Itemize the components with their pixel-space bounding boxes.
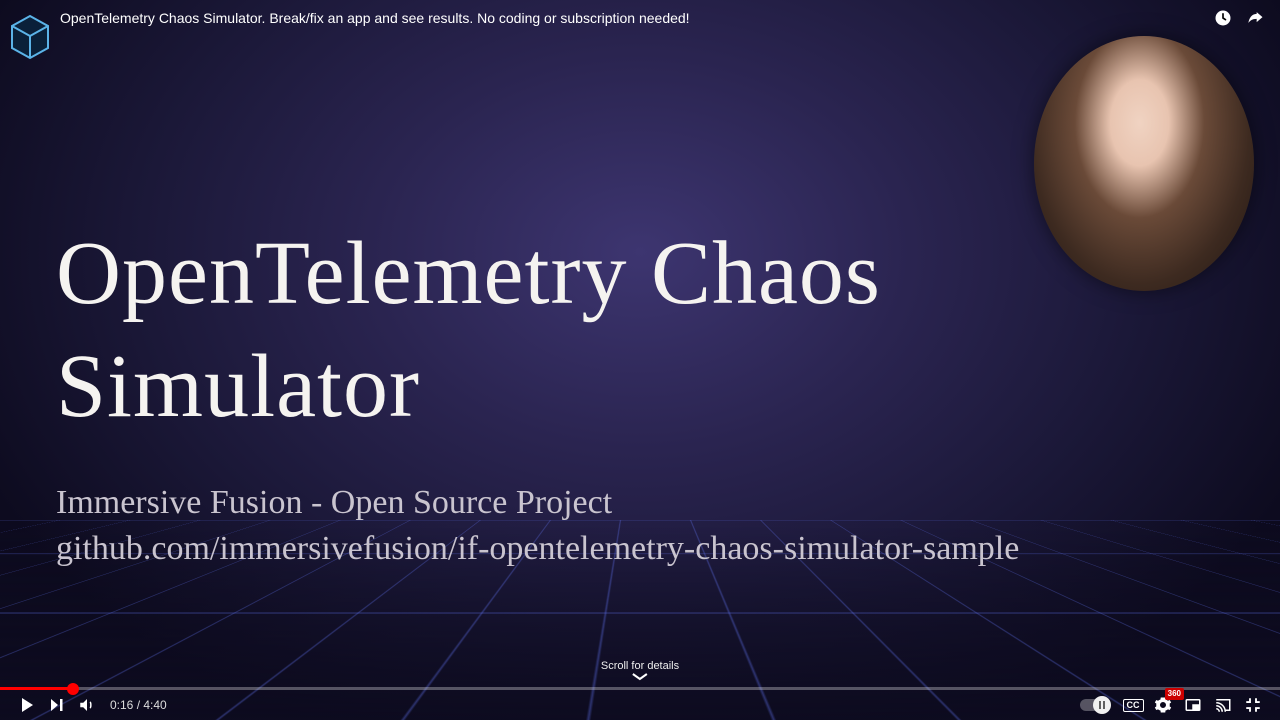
time-display: 0:16 / 4:40	[110, 698, 167, 712]
top-overlay: OpenTelemetry Chaos Simulator. Break/fix…	[0, 0, 1280, 36]
controls-bar: 0:16 / 4:40 CC 360	[0, 690, 1280, 720]
cc-button[interactable]: CC	[1118, 690, 1148, 720]
video-player: OpenTelemetry Chaos Simulator Immersive …	[0, 0, 1280, 720]
volume-button[interactable]	[72, 690, 102, 720]
share-icon[interactable]	[1244, 7, 1266, 29]
project-line: Immersive Fusion - Open Source Project	[56, 480, 1019, 526]
cast-button[interactable]	[1208, 690, 1238, 720]
watch-later-icon[interactable]	[1212, 7, 1234, 29]
next-button[interactable]	[42, 690, 72, 720]
settings-button[interactable]: 360	[1148, 690, 1178, 720]
scroll-details[interactable]: Scroll for details	[601, 660, 679, 685]
presenter-avatar	[1034, 36, 1254, 291]
slide-headline: OpenTelemetry Chaos Simulator	[56, 218, 1056, 443]
exit-fullscreen-button[interactable]	[1238, 690, 1268, 720]
video-title[interactable]: OpenTelemetry Chaos Simulator. Break/fix…	[60, 10, 1202, 26]
autoplay-toggle[interactable]	[1080, 699, 1110, 711]
play-button[interactable]	[12, 690, 42, 720]
slide-subtitle: Immersive Fusion - Open Source Project g…	[56, 480, 1019, 572]
github-line: github.com/immersivefusion/if-openteleme…	[56, 526, 1019, 572]
